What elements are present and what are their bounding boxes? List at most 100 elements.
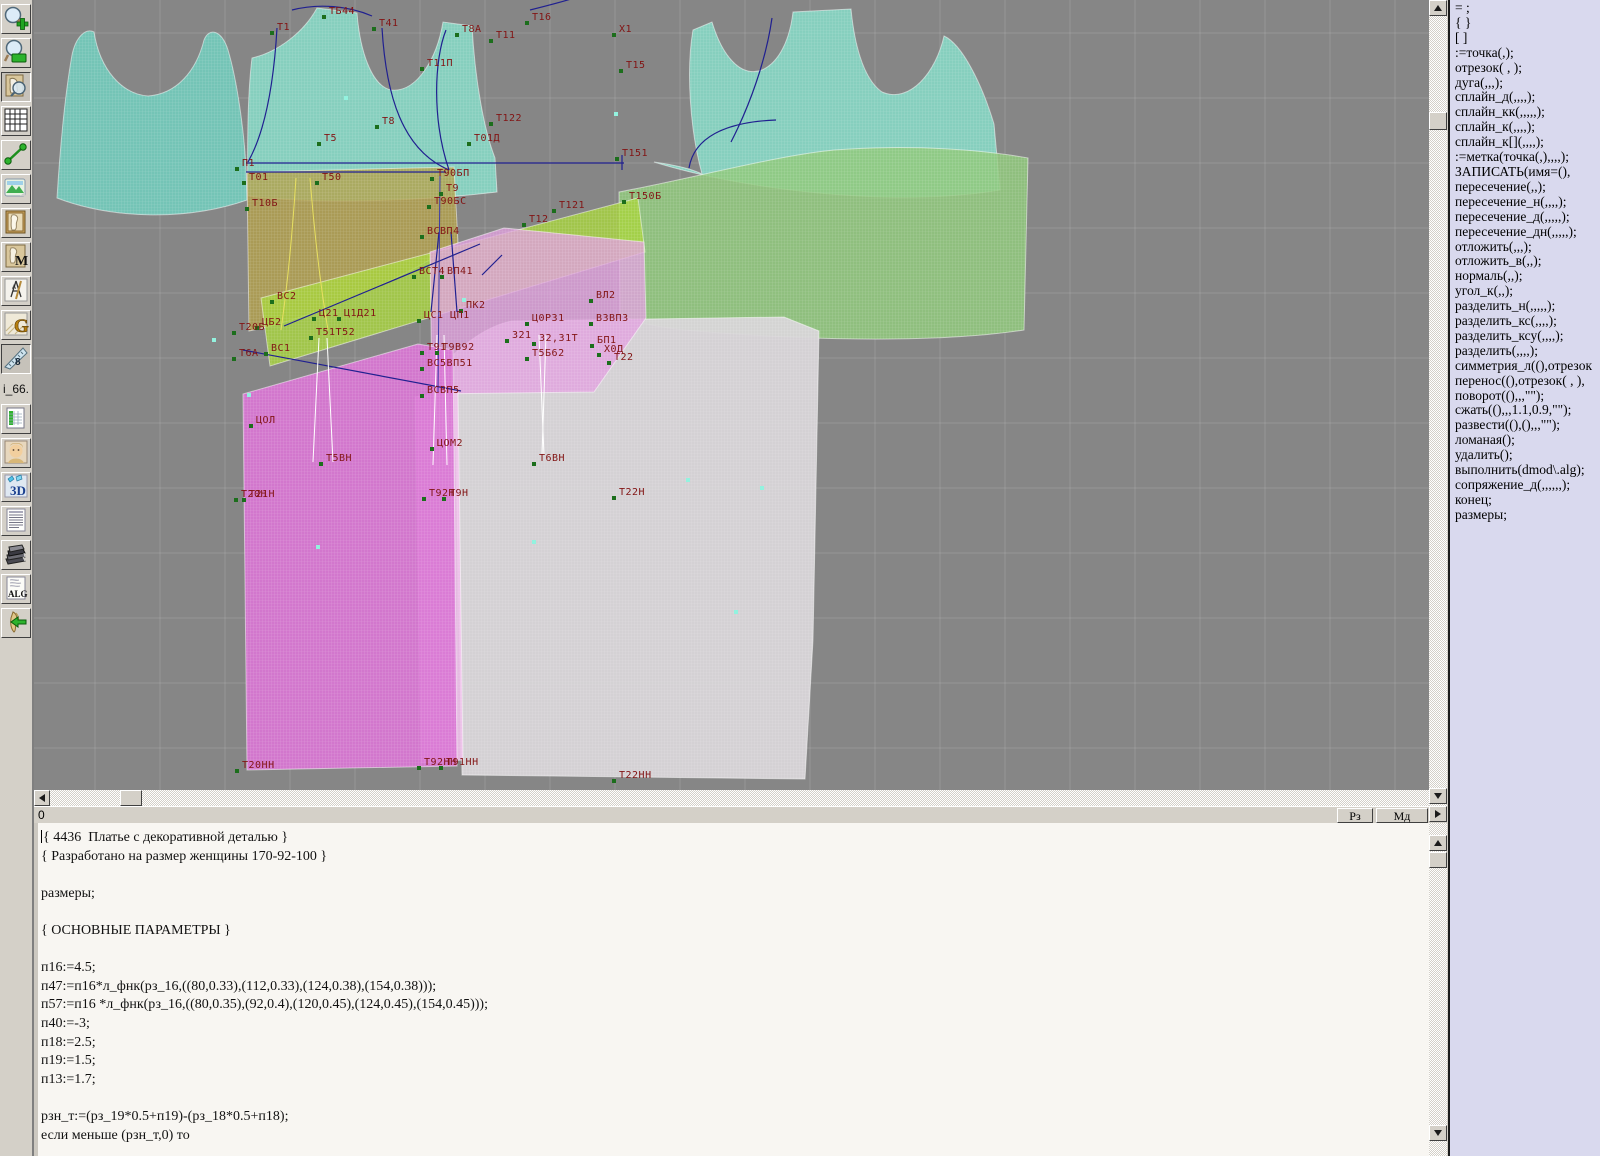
canvas-label: Т9 [446, 183, 460, 194]
canvas-label: Т90БС [434, 196, 467, 207]
toolbar-image-button[interactable] [1, 174, 31, 204]
canvas-vscroll-thumb[interactable] [1429, 112, 1447, 130]
command-item[interactable]: перенос((),отрезок( , ), [1455, 374, 1600, 389]
command-item[interactable]: сплайн_к(,,,,); [1455, 120, 1600, 135]
canvas-label: Т20НН [242, 760, 275, 771]
command-item[interactable]: конец; [1455, 493, 1600, 508]
toolbar-g-letter-button[interactable]: G [1, 310, 31, 340]
command-item[interactable]: выполнить(dmod\.alg); [1455, 463, 1600, 478]
command-item[interactable]: ломаная(); [1455, 433, 1600, 448]
command-item[interactable]: удалить(); [1455, 448, 1600, 463]
canvas-label: Т15 [626, 60, 646, 71]
command-item[interactable]: дуга(,,,); [1455, 76, 1600, 91]
toolbar-alg-button[interactable]: ALG [1, 574, 31, 604]
md-button[interactable]: Мд [1376, 808, 1428, 823]
canvas-label: Т6А [239, 348, 259, 359]
portrait-icon [3, 439, 29, 468]
command-item[interactable]: разделить_кс(,,,,); [1455, 314, 1600, 329]
svg-text:G: G [14, 316, 29, 337]
arrow-left-icon [39, 794, 45, 802]
canvas-label: Ц21 [319, 308, 339, 319]
toolbar-measure-button[interactable] [1, 140, 31, 170]
canvas-label: Т22НН [619, 770, 652, 781]
code-editor[interactable]: { 4436 Платье с декоративной деталью } { … [34, 823, 1429, 1156]
canvas-label: З21 [512, 330, 532, 341]
command-item[interactable]: пересечение_д(,,,,,); [1455, 210, 1600, 225]
canvas-label: ВС2 [277, 291, 297, 302]
command-item[interactable]: отрезок( , ); [1455, 61, 1600, 76]
commands-panel: = ;{ }[ ]:=точка(,); отрезок( , ); дуга(,,… [1448, 0, 1600, 1156]
canvas-label: Т6ВН [539, 453, 566, 464]
command-item[interactable]: отложить_в(,,); [1455, 254, 1600, 269]
command-item[interactable]: сопряжение_д(,,,,,,); [1455, 478, 1600, 493]
command-item[interactable]: { } [1455, 16, 1600, 31]
command-item[interactable]: пересечение_дн(,,,,,); [1455, 225, 1600, 240]
toolbar-grid-button[interactable] [1, 106, 31, 136]
command-item[interactable]: пересечение(,,); [1455, 180, 1600, 195]
command-item[interactable]: развести((),(),,,""); [1455, 418, 1600, 433]
canvas-label: ВП41 [447, 266, 474, 277]
command-item[interactable]: симметрия_л((),отрезок [1455, 359, 1600, 374]
command-item[interactable]: разделить(,,,,); [1455, 344, 1600, 359]
pattern-canvas[interactable]: Т1 ТБ44 Т41 Т8А Т11 Т16 Х1 Т11П Т15 Т8 Т122 Т01Д Т5 Т… [34, 0, 1429, 790]
toolbar-list-doc-button[interactable] [1, 506, 31, 536]
command-item[interactable]: размеры; [1455, 508, 1600, 523]
toolbar-zoom-all-button[interactable] [1, 38, 31, 68]
canvas-vertical-scrollbar[interactable] [1429, 0, 1447, 806]
editor-line: { ОСНОВНЫЕ ПАРАМЕТРЫ } [41, 922, 231, 938]
canvas-label: Т5 [324, 133, 338, 144]
toolbar-ruler-button[interactable]: 8 [1, 344, 31, 374]
command-item[interactable]: сплайн_к[](,,,,); [1455, 135, 1600, 150]
command-item[interactable]: угол_к(,,); [1455, 284, 1600, 299]
toolbar-zoom-in-button[interactable] [1, 4, 31, 34]
canvas-label: Т150Б [629, 191, 662, 202]
canvas-horizontal-scrollbar[interactable] [34, 790, 1429, 806]
canvas-hscroll-thumb[interactable] [120, 790, 142, 806]
editor-scroll-down-button[interactable] [1429, 1125, 1447, 1141]
command-item[interactable]: сплайн_кк(,,,,,); [1455, 105, 1600, 120]
canvas-label: Т91НН [446, 757, 479, 768]
canvas-label: Т8А [462, 24, 482, 35]
command-item[interactable]: :=метка(точка(,),,,,); [1455, 150, 1600, 165]
command-item[interactable]: нормаль(,,); [1455, 269, 1600, 284]
command-item[interactable]: = ; [1455, 1, 1600, 16]
command-item[interactable]: [ ] [1455, 31, 1600, 46]
rz-button[interactable]: Рз [1337, 808, 1373, 823]
toolbar-books-button[interactable] [1, 540, 31, 570]
canvas-scroll-up-button[interactable] [1429, 0, 1447, 16]
canvas-scroll-down-button[interactable] [1429, 788, 1447, 804]
canvas-scroll-left-button[interactable] [34, 790, 50, 806]
canvas-label: Т12 [529, 214, 549, 225]
toolbar-pattern-m-button[interactable]: M [1, 242, 31, 272]
toolbar-pattern-frame-button[interactable] [1, 208, 31, 238]
svg-text:ALG: ALG [8, 589, 28, 599]
table-icon [3, 405, 29, 434]
text-caret [41, 830, 42, 843]
toolbar-exit-button[interactable] [1, 608, 31, 638]
editor-vertical-scrollbar[interactable] [1429, 823, 1447, 1156]
command-item[interactable]: :=точка(,); [1455, 46, 1600, 61]
pattern-frame-icon [3, 209, 29, 238]
canvas-label: ВСВП4 [427, 226, 460, 237]
command-item[interactable]: ЗАПИСАТЬ(имя=(), [1455, 165, 1600, 180]
canvas-label: ЦОМ2 [437, 438, 464, 449]
toolbar-table-button[interactable] [1, 404, 31, 434]
command-item[interactable]: разделить_ксу(,,,,); [1455, 329, 1600, 344]
command-item[interactable]: поворот((),,,""); [1455, 389, 1600, 404]
toolbar-drafting-button[interactable]: A [1, 276, 31, 306]
editor-scroll-up-button[interactable] [1429, 835, 1447, 851]
command-item[interactable]: сплайн_д(,,,,); [1455, 90, 1600, 105]
canvas-label: П1 [242, 158, 256, 169]
command-item[interactable]: пересечение_н(,,,,); [1455, 195, 1600, 210]
toolbar-threed-button[interactable]: 3D [1, 472, 31, 502]
canvas-scroll-right-button[interactable] [1429, 806, 1447, 822]
command-item[interactable]: разделить_н(,,,,,); [1455, 299, 1600, 314]
toolbar-view-detail-button[interactable] [1, 72, 31, 102]
command-item[interactable]: сжать((),,,1.1,0.9,""); [1455, 403, 1600, 418]
toolbar-portrait-button[interactable] [1, 438, 31, 468]
command-item[interactable]: отложить(,,,); [1455, 240, 1600, 255]
zoom-all-icon [3, 39, 29, 68]
editor-vscroll-thumb[interactable] [1429, 852, 1447, 868]
